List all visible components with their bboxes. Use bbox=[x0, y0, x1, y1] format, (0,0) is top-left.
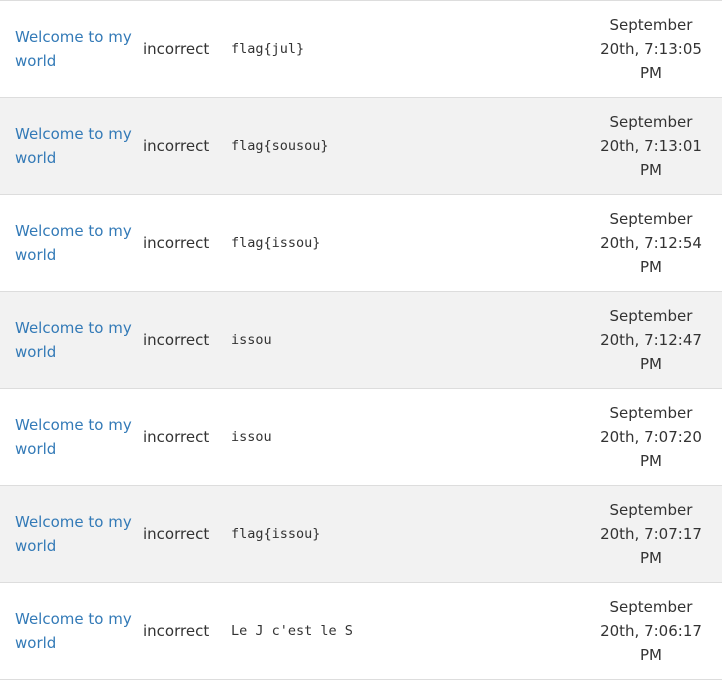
submission-date: September 20th, 7:07:17 PM bbox=[590, 498, 712, 570]
date-line: PM bbox=[640, 646, 662, 664]
result-label: incorrect bbox=[143, 234, 210, 252]
submitted-flag: flag{sousou} bbox=[231, 138, 329, 154]
challenge-link[interactable]: Welcome to my world bbox=[15, 510, 135, 558]
date-line: PM bbox=[640, 549, 662, 567]
challenge-link[interactable]: Welcome to my world bbox=[15, 25, 135, 73]
submitted-flag: flag{jul} bbox=[231, 41, 305, 57]
table-row: Welcome to my world incorrect Le J c'est… bbox=[0, 583, 722, 680]
table-row: Welcome to my world incorrect flag{jul} … bbox=[0, 1, 722, 98]
submission-date: September 20th, 7:12:47 PM bbox=[590, 304, 712, 376]
submissions-table: Welcome to my world incorrect flag{jul} … bbox=[0, 0, 722, 680]
date-line: September bbox=[609, 598, 693, 616]
submitted-flag: Le J c'est le S bbox=[231, 623, 353, 639]
date-line: September bbox=[609, 501, 693, 519]
date-line: PM bbox=[640, 355, 662, 373]
date-line: 20th, 7:07:17 bbox=[600, 525, 702, 543]
submission-date: September 20th, 7:12:54 PM bbox=[590, 207, 712, 279]
date-line: September bbox=[609, 113, 693, 131]
submission-date: September 20th, 7:07:20 PM bbox=[590, 401, 712, 473]
date-line: September bbox=[609, 16, 693, 34]
submission-date: September 20th, 7:13:05 PM bbox=[590, 13, 712, 85]
date-line: 20th, 7:07:20 bbox=[600, 428, 702, 446]
date-line: September bbox=[609, 210, 693, 228]
challenge-link[interactable]: Welcome to my world bbox=[15, 316, 135, 364]
submitted-flag: issou bbox=[231, 429, 272, 445]
result-label: incorrect bbox=[143, 40, 210, 58]
date-line: PM bbox=[640, 161, 662, 179]
result-label: incorrect bbox=[143, 428, 210, 446]
date-line: September bbox=[609, 307, 693, 325]
table-row: Welcome to my world incorrect flag{issou… bbox=[0, 195, 722, 292]
submission-date: September 20th, 7:13:01 PM bbox=[590, 110, 712, 182]
table-row: Welcome to my world incorrect issou Sept… bbox=[0, 292, 722, 389]
date-line: 20th, 7:12:47 bbox=[600, 331, 702, 349]
table-row: Welcome to my world incorrect issou Sept… bbox=[0, 389, 722, 486]
date-line: 20th, 7:12:54 bbox=[600, 234, 702, 252]
date-line: PM bbox=[640, 452, 662, 470]
table-row: Welcome to my world incorrect flag{souso… bbox=[0, 98, 722, 195]
date-line: 20th, 7:06:17 bbox=[600, 622, 702, 640]
result-label: incorrect bbox=[143, 137, 210, 155]
date-line: PM bbox=[640, 258, 662, 276]
result-label: incorrect bbox=[143, 622, 210, 640]
table-row: Welcome to my world incorrect flag{issou… bbox=[0, 486, 722, 583]
submitted-flag: flag{issou} bbox=[231, 526, 321, 542]
submitted-flag: flag{issou} bbox=[231, 235, 321, 251]
submitted-flag: issou bbox=[231, 332, 272, 348]
result-label: incorrect bbox=[143, 331, 210, 349]
date-line: 20th, 7:13:01 bbox=[600, 137, 702, 155]
result-label: incorrect bbox=[143, 525, 210, 543]
date-line: September bbox=[609, 404, 693, 422]
challenge-link[interactable]: Welcome to my world bbox=[15, 122, 135, 170]
submission-date: September 20th, 7:06:17 PM bbox=[590, 595, 712, 667]
challenge-link[interactable]: Welcome to my world bbox=[15, 413, 135, 461]
challenge-link[interactable]: Welcome to my world bbox=[15, 219, 135, 267]
date-line: 20th, 7:13:05 bbox=[600, 40, 702, 58]
challenge-link[interactable]: Welcome to my world bbox=[15, 607, 135, 655]
date-line: PM bbox=[640, 64, 662, 82]
